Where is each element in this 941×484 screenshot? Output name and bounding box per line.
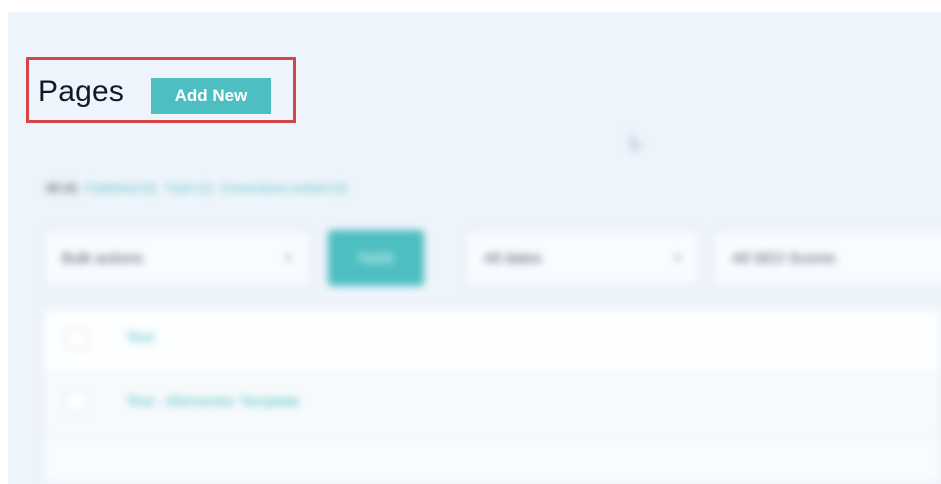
table-filters: Bulk actions ▼ Apply All dates ▼ All SEO… — [43, 230, 941, 286]
published-pages-link[interactable]: Published (4) — [85, 181, 156, 195]
cornerstone-content-link[interactable]: Cornerstone content (0) — [220, 181, 347, 195]
highlighted-page-header: Pages Add New — [26, 57, 296, 123]
row-checkbox[interactable] — [66, 391, 88, 413]
add-new-page-button[interactable]: Add New — [151, 78, 271, 114]
row-checkbox[interactable] — [66, 327, 88, 349]
seo-scores-filter-select[interactable]: All SEO Scores — [713, 230, 941, 286]
seo-scores-filter-value: All SEO Scores — [732, 250, 836, 267]
page-title-link[interactable]: Test — [126, 329, 154, 346]
page-title: Pages — [38, 75, 125, 108]
mouse-pointer-icon — [628, 130, 642, 154]
pages-table: Test Test - Elementor Template — [43, 308, 941, 484]
trash-pages-link[interactable]: Trash (2) — [164, 181, 212, 195]
chevron-down-icon: ▼ — [672, 253, 683, 265]
bulk-actions-value: Bulk actions — [62, 250, 143, 267]
dates-filter-select[interactable]: All dates ▼ — [465, 230, 700, 286]
chevron-down-icon: ▼ — [283, 253, 294, 265]
bulk-actions-select[interactable]: Bulk actions ▼ — [43, 230, 311, 286]
status-filter-links: All (4) Published (4) Trash (2) Cornerst… — [46, 179, 347, 197]
table-row[interactable]: Test — [44, 309, 940, 373]
dates-filter-value: All dates — [484, 250, 542, 267]
wordpress-pages-screen: All (4) Published (4) Trash (2) Cornerst… — [8, 12, 941, 484]
apply-button[interactable]: Apply — [328, 230, 424, 286]
all-pages-link[interactable]: All (4) — [46, 181, 77, 195]
page-title-link[interactable]: Test - Elementor Template — [126, 393, 300, 410]
table-row[interactable]: Test - Elementor Template — [44, 373, 940, 437]
